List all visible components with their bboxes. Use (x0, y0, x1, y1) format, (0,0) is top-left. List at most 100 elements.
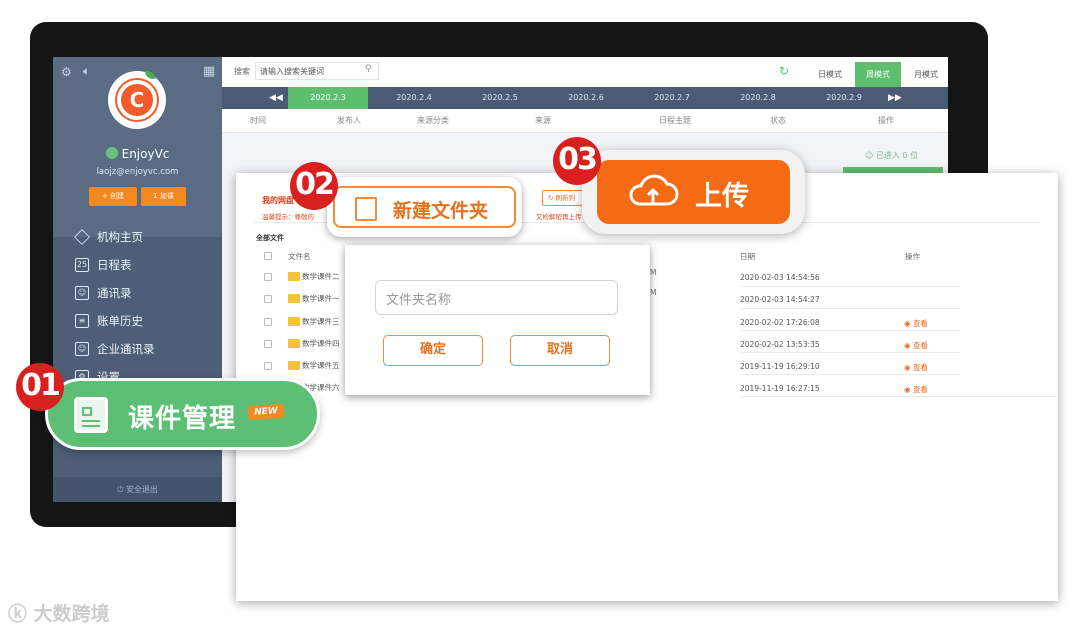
folder-name-input[interactable]: 文件夹名称 (375, 280, 618, 315)
step-badge-03: 03 (553, 137, 601, 185)
column-header: 来源 (535, 116, 551, 125)
date-tab[interactable]: 2020.2.8 (718, 87, 798, 109)
file-size: M (650, 288, 657, 297)
view-link[interactable]: ◉ 查看 (904, 384, 928, 395)
file-name[interactable]: 数学课件一 (302, 293, 340, 304)
file-date: 2019-11-19 16:29:10 (740, 362, 820, 371)
sidebar-item-contacts[interactable]: ☺ 通讯录 (75, 285, 215, 301)
speaker-icon[interactable]: 🔈︎ (83, 64, 90, 79)
folder-icon (288, 339, 300, 348)
column-header: 状态 (770, 116, 786, 125)
column-header: 来源分类 (417, 116, 449, 125)
mode-week-tab[interactable]: 周模式 (855, 62, 901, 87)
view-link[interactable]: ◉ 查看 (904, 340, 928, 351)
folder-icon (288, 272, 300, 281)
view-link-label: 查看 (912, 341, 928, 350)
joined-count-text: 已进入 0 位 (875, 151, 919, 160)
cloud-upload-icon (629, 174, 679, 206)
folder-icon (288, 317, 300, 326)
mode-day-tab[interactable]: 日模式 (807, 62, 853, 87)
user-email: laojz@enjoyvc.com (96, 167, 179, 177)
row-checkbox[interactable] (264, 318, 272, 326)
file-date: 2020-02-03 14:54:27 (740, 295, 820, 304)
sidebar-item-label: 账单历史 (97, 314, 143, 328)
eye-icon: ◉ (904, 319, 913, 328)
column-header: 操作 (878, 116, 894, 125)
search-icon[interactable]: ⚲ (365, 64, 372, 74)
column-header: 发布人 (337, 116, 361, 125)
next-week-icon[interactable]: ▶▶ (888, 87, 902, 109)
sidebar-item-enterprise-contacts[interactable]: ☺ 企业通讯录 (75, 341, 215, 357)
courseware-management-label: 课件管理 (128, 404, 237, 434)
view-link[interactable]: ◉ 查看 (904, 362, 928, 373)
date-tab[interactable]: 2020.2.7 (632, 87, 712, 109)
prev-week-icon[interactable]: ◀◀ (269, 87, 283, 109)
user-name-text: EnjoyVc (121, 147, 170, 161)
file-name-header: 文件名 (288, 252, 311, 261)
confirm-button[interactable]: 确定 (383, 335, 483, 366)
file-name[interactable]: 数学课件五 (302, 360, 340, 371)
view-link[interactable]: ◉ 查看 (904, 318, 928, 329)
file-date: 2020-02-03 14:54:56 (740, 273, 820, 282)
enterprise-contacts-icon: ☺ (75, 342, 89, 356)
logout-label: 安全退出 (125, 485, 158, 494)
watermark: ⓚ 大数跨境 (8, 599, 110, 626)
search-input[interactable]: 请输入搜索关键词 (255, 62, 379, 80)
action-header: 操作 (905, 252, 920, 261)
schedule-table-header: 时间 发布人 来源分类 来源 日程主题 状态 操作 (222, 109, 948, 133)
date-navigation-bar: ◀◀ 2020.2.3 2020.2.4 2020.2.5 2020.2.6 2… (222, 87, 948, 109)
row-checkbox[interactable] (264, 295, 272, 303)
user-name: EnjoyVc (53, 147, 222, 161)
date-tab[interactable]: 2020.2.6 (546, 87, 626, 109)
join-class-button[interactable]: 1 加课 (141, 187, 186, 206)
top-toolbar: 搜索 请输入搜索关键词 ⚲ ↻ 日模式 周模式 月模式 (222, 57, 948, 87)
row-checkbox[interactable] (264, 273, 272, 281)
logo-letter: C (129, 88, 145, 112)
sidebar-item-schedule[interactable]: 25 日程表 (75, 257, 215, 273)
date-tab[interactable]: 2020.2.5 (460, 87, 540, 109)
power-icon: ⏻ (117, 485, 126, 494)
mode-month-tab[interactable]: 月模式 (903, 62, 948, 87)
select-all-checkbox[interactable] (264, 252, 272, 260)
upload-button[interactable]: 上传 (597, 160, 790, 224)
new-folder-button[interactable]: 新建文件夹 (333, 186, 516, 228)
refresh-icon: ↻ (548, 194, 556, 202)
file-date: 2019-11-19 16:27:15 (740, 384, 820, 393)
courseware-management-callout[interactable]: 课件管理 NEW (45, 378, 320, 450)
file-size: M (650, 268, 657, 277)
file-date: 2020-02-02 13:53:35 (740, 340, 820, 349)
drive-title: 我的网盘 (262, 196, 294, 205)
refresh-list-label: 刷新列 (555, 194, 576, 202)
refresh-icon[interactable]: ↻ (779, 64, 789, 78)
sidebar-item-label: 日程表 (97, 258, 132, 272)
drive-tip: 温馨提示：尊敬的 (262, 213, 314, 221)
document-icon (74, 397, 108, 433)
upload-label: 上传 (695, 181, 749, 212)
folder-icon (288, 294, 300, 303)
create-button[interactable]: + 创建 (89, 187, 137, 206)
row-checkbox[interactable] (264, 340, 272, 348)
new-folder-callout[interactable]: 新建文件夹 (327, 177, 522, 237)
date-tab[interactable]: 2020.2.4 (374, 87, 454, 109)
person-icon: ☺ (865, 151, 876, 160)
file-name[interactable]: 数学课件二 (302, 271, 340, 282)
sidebar-item-bills[interactable]: ≡ 账单历史 (75, 313, 215, 329)
date-header: 日期 (740, 252, 755, 261)
logout-link[interactable]: ⏻ 安全退出 (53, 477, 222, 502)
cancel-button[interactable]: 取消 (510, 335, 610, 366)
new-folder-dialog: 文件夹名称 确定 取消 (345, 245, 650, 395)
sidebar-item-home[interactable]: 机构主页 (74, 229, 215, 245)
row-checkbox[interactable] (264, 362, 272, 370)
file-name[interactable]: 数学课件三 (302, 316, 340, 327)
contacts-icon: ☺ (75, 286, 89, 300)
gear-icon[interactable]: ⚙ (61, 65, 72, 79)
date-tab[interactable]: 2020.2.3 (288, 87, 368, 109)
step-badge-02: 02 (290, 162, 338, 210)
upload-callout[interactable]: 上传 (582, 150, 805, 234)
qr-code-icon[interactable]: ▦ (203, 64, 215, 79)
divider (740, 396, 1056, 397)
all-files-label: 全部文件 (256, 234, 284, 242)
date-tab[interactable]: 2020.2.9 (804, 87, 884, 109)
file-name[interactable]: 数学课件四 (302, 338, 340, 349)
view-link-label: 查看 (912, 319, 928, 328)
